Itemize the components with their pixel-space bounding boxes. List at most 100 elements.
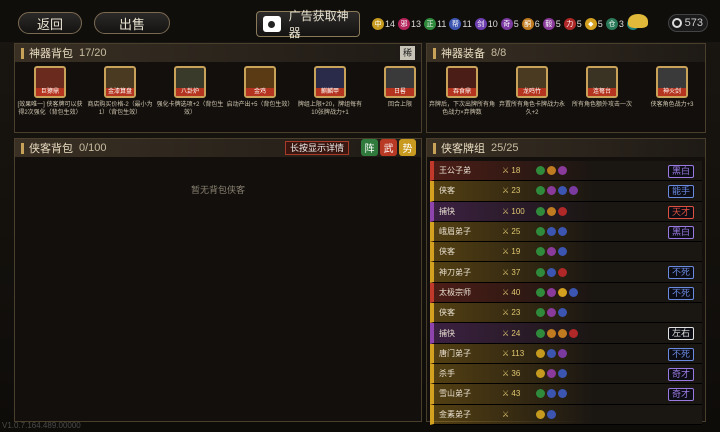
resource-icon: 力 xyxy=(563,18,576,30)
tag-icon xyxy=(536,369,545,379)
resource-icon: 酮 xyxy=(521,18,534,30)
hero-tags xyxy=(536,287,578,297)
hero-trait-badge: 奇才 xyxy=(668,388,694,402)
artifact-name: 巨獠鼎 xyxy=(36,88,64,96)
artifact-equip-list: 吞食鼎 弃牌后，下次出牌所有角色战力×弃牌数 龙鸣竹 弃置所有角色卡牌战力永久+2 连弩… xyxy=(427,66,705,117)
sword-icon: ⚔ xyxy=(502,409,510,419)
artifact-description: 所有角色额外攻击一次 xyxy=(571,102,632,108)
artifact-card[interactable]: 金漆算盘 商店购买价格-2（最小为1）（背包生效） xyxy=(85,66,155,117)
deck-row[interactable]: 金素弟子 ⚔ xyxy=(430,404,702,425)
hero-deck-list: 王公子弟 ⚔ 18 黑白 侠客 ⚔ 23 能手 捕快 ⚔ 100 天才 峨眉弟子 ⚔ 25 黑白 侠客 ⚔… xyxy=(430,161,702,425)
currency-counter[interactable]: 573 xyxy=(668,14,708,32)
hero-name: 太极宗师 xyxy=(439,287,471,297)
hero-name: 侠客 xyxy=(439,308,455,318)
tag-icon xyxy=(547,186,556,196)
hero-bag-panel: 侠客背包 0/100 长按显示详情 阵 武 势 暂无背包侠客 xyxy=(14,138,422,422)
tag-icon xyxy=(558,247,567,257)
artifact-image: 日晷 xyxy=(384,66,416,98)
tag-icon xyxy=(547,328,556,338)
tag-icon xyxy=(536,348,545,358)
deck-row[interactable]: 王公子弟 ⚔ 18 黑白 xyxy=(430,161,702,182)
deck-row[interactable]: 峨眉弟子 ⚔ 25 黑白 xyxy=(430,221,702,243)
artifact-name: 八卦炉 xyxy=(176,88,204,96)
artifact-card[interactable]: 麒麟甲 牌组上限+20，牌组每有10张牌战力+1 xyxy=(295,66,365,117)
deck-row[interactable]: 唐门弟子 ⚔ 113 不死 xyxy=(430,343,702,364)
artifact-card[interactable]: 神火剑 侠客角色战力+3 xyxy=(637,66,707,117)
tag-icon xyxy=(558,227,567,237)
tag-icon xyxy=(558,206,567,216)
resource-value: 5 xyxy=(555,19,561,29)
hero-power-value: 36 xyxy=(511,369,521,379)
sword-icon: ⚔ xyxy=(502,369,512,379)
resource-value: 5 xyxy=(597,19,603,29)
tag-icon xyxy=(558,389,567,399)
faction-filter-zhen[interactable]: 阵 xyxy=(361,139,378,156)
artifact-card[interactable]: 金鸡启动产出+5（背包生效） xyxy=(225,66,295,117)
hero-trait-badge: 不死 xyxy=(668,286,694,300)
deck-row[interactable]: 雪山弟子 ⚔ 43 奇才 xyxy=(430,384,702,405)
tag-icon xyxy=(547,227,556,237)
tag-icon xyxy=(558,348,567,358)
artifact-card[interactable]: 连弩台 所有角色额外攻击一次 xyxy=(567,66,637,117)
hero-power-value: 43 xyxy=(511,389,521,399)
deck-row[interactable]: 侠客 ⚔ 23 能手 xyxy=(430,181,702,202)
hero-tags xyxy=(536,227,567,237)
hero-power-value: 100 xyxy=(511,206,525,216)
artifact-image: 神火剑 xyxy=(656,66,688,98)
faction-filter-wu[interactable]: 武 xyxy=(380,139,397,156)
hero-name: 神刀弟子 xyxy=(439,267,471,277)
tag-icon xyxy=(558,287,567,297)
hero-trait-badge: 不死 xyxy=(668,266,694,280)
hero-tags xyxy=(536,348,567,358)
artifact-card[interactable]: 吞食鼎 弃牌后，下次出牌所有角色战力×弃牌数 xyxy=(427,66,497,117)
artifact-description: 回合上限 xyxy=(387,102,412,108)
artifact-description: 启动产出+5（背包生效） xyxy=(226,102,294,108)
hero-power: ⚔ xyxy=(502,410,536,419)
hero-deck-title: 侠客牌组 xyxy=(441,143,485,155)
currency-value: 573 xyxy=(684,17,703,29)
deck-row[interactable]: 捕快 ⚔ 24 左右 xyxy=(430,323,702,344)
hero-power-value: 18 xyxy=(511,166,521,176)
artifact-card[interactable]: 日晷 回合上限 xyxy=(365,66,435,117)
sell-button[interactable]: 出售 xyxy=(94,12,170,34)
artifact-card[interactable]: 巨獠鼎 [效果唯一] 侠客牌可以获得2次强化（背包生效） xyxy=(15,66,85,117)
tag-icon xyxy=(536,328,545,338)
long-press-detail-button[interactable]: 长按显示详情 xyxy=(285,141,350,155)
deck-row[interactable]: 捕快 ⚔ 100 天才 xyxy=(430,201,702,222)
deck-row[interactable]: 神刀弟子 ⚔ 37 不死 xyxy=(430,262,702,283)
artifact-card[interactable]: 龙鸣竹 弃置所有角色卡牌战力永久+2 xyxy=(497,66,567,117)
sort-button[interactable]: 稀 xyxy=(399,46,415,60)
artifact-card[interactable]: 八卦炉 强化卡牌选项+2（背包生效） xyxy=(155,66,225,117)
tag-icon xyxy=(536,166,545,176)
resource-counters: 中14邪13正11帮11剑10奇5酮6毅5力5◆5仓3帝2 xyxy=(370,16,645,32)
tag-icon xyxy=(558,308,567,318)
artifact-name: 吞食鼎 xyxy=(448,88,476,96)
sword-icon: ⚔ xyxy=(502,227,512,237)
hero-tags xyxy=(536,308,567,318)
back-button[interactable]: 返回 xyxy=(18,12,82,34)
deck-row[interactable]: 侠客 ⚔ 23 xyxy=(430,303,702,324)
faction-filter-shi[interactable]: 势 xyxy=(399,139,416,156)
deck-row[interactable]: 太极宗师 ⚔ 40 不死 xyxy=(430,282,702,304)
artifact-image: 金漆算盘 xyxy=(104,66,136,98)
deck-row[interactable]: 侠客 ⚔ 19 xyxy=(430,242,702,263)
tag-icon xyxy=(569,186,578,196)
hero-power: ⚔ 18 xyxy=(502,166,536,175)
artifact-image: 麒麟甲 xyxy=(314,66,346,98)
ad-artifact-button[interactable]: 广告获取神器 xyxy=(256,9,360,40)
deck-row[interactable]: 杀手 ⚔ 36 奇才 xyxy=(430,363,702,385)
hero-tags xyxy=(536,206,567,216)
artifact-image: 金鸡 xyxy=(244,66,276,98)
artifact-bag-header: 神器背包 17/20 稀 xyxy=(15,44,421,62)
resource-value: 11 xyxy=(462,19,472,29)
resource-icon: 剑 xyxy=(474,18,487,30)
hero-name: 雪山弟子 xyxy=(439,389,471,399)
hero-power-value: 37 xyxy=(511,267,521,277)
artifact-equip-header: 神器装备 8/8 xyxy=(427,44,705,62)
hero-power: ⚔ 40 xyxy=(502,288,536,297)
hero-power-value: 19 xyxy=(511,247,521,257)
hero-trait-badge: 能手 xyxy=(668,185,694,199)
resource-icon: 中 xyxy=(372,18,384,30)
tag-icon xyxy=(536,227,545,237)
resource-icon: 毅 xyxy=(542,18,555,30)
